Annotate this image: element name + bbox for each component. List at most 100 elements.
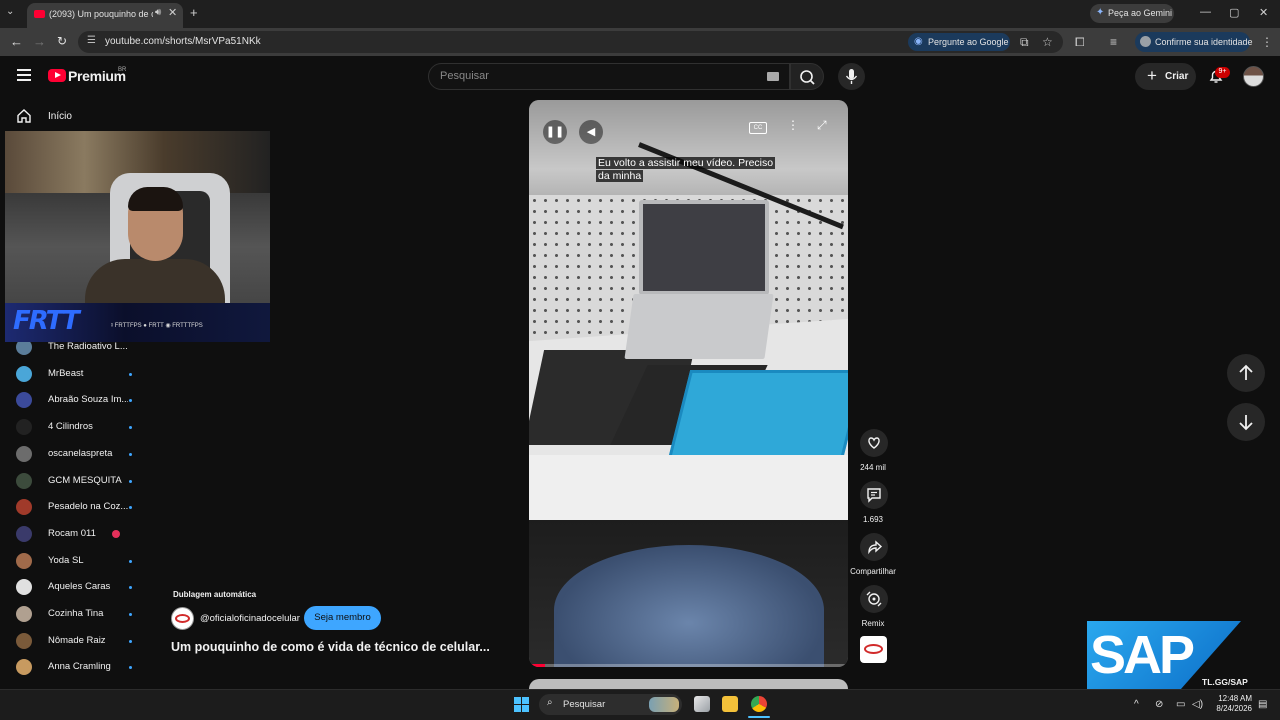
chrome-menu-icon[interactable]: ⋮ [1261,35,1273,49]
wifi-icon[interactable]: ▭ [1176,699,1185,710]
caption-line-1: Eu volto a assistir meu vídeo. Preciso [596,157,776,169]
caption-line-2: da minha [596,170,644,182]
sidebar-subscription-item[interactable]: Cozinha Tina [16,605,166,625]
clock-date: 8/24/2026 [1216,704,1252,713]
new-tab-button[interactable]: + [190,5,198,20]
bookmark-star-icon[interactable]: ☆ [1042,35,1053,49]
new-content-dot [129,666,132,670]
new-content-dot [129,559,132,563]
sidebar-subscription-item[interactable]: Anna Cramling [16,658,166,678]
keyboard-icon[interactable] [767,72,779,81]
youtube-logo-icon[interactable] [48,69,66,82]
install-app-icon[interactable]: ⧉ [1020,35,1029,50]
remix-button[interactable] [860,585,888,613]
progress-bar[interactable] [529,664,848,667]
sidebar-subscription-item[interactable]: Abraão Souza Im... [16,391,166,411]
extensions-icon[interactable]: ⧠ [1075,35,1085,50]
video-caption: Eu volto a assistir meu vídeo. Preciso d… [596,157,776,183]
join-button[interactable]: Seja membro [304,606,381,630]
pause-icon[interactable]: ❚❚ [543,120,567,144]
share-button[interactable] [860,533,888,561]
previous-short-button[interactable] [1227,354,1265,392]
create-label: Criar [1165,71,1189,82]
tray-overflow-icon[interactable]: ^ [1134,699,1139,710]
sidebar-subscription-item[interactable]: Yoda SL [16,552,166,572]
sidebar-subscription-item[interactable]: Pesadelo na Coz... [16,498,166,518]
sidebar-subscription-item[interactable]: oscanelaspreta [16,445,166,465]
url-text: youtube.com/shorts/MsrVPa51NKk [105,36,261,47]
subscription-name: Aqueles Caras [48,581,111,593]
clock-time: 12:48 AM [1218,694,1252,703]
identity-button[interactable]: Confirme sua identidade [1135,32,1253,52]
sidebar-subscription-item[interactable]: Aqueles Caras [16,578,166,598]
channel-thumbnail[interactable] [860,636,887,663]
search-input[interactable]: Pesquisar [428,63,790,90]
speaker-icon[interactable]: 🔊︎ [155,7,161,18]
browser-tab[interactable]: (2093) Um pouquinho de como é vida de té… [27,3,183,28]
search-highlight-icon [649,697,679,712]
sidebar-subscription-item[interactable]: MrBeast [16,365,166,385]
search-placeholder: Pesquisar [440,70,489,82]
volume-icon[interactable]: ◀ [579,120,603,144]
ask-google-button[interactable]: ◉ Pergunte ao Google [908,33,1010,51]
channel-avatar-icon [16,632,32,649]
captions-icon[interactable]: CC [749,122,767,134]
video-title[interactable]: Um pouquinho de como é vida de técnico d… [171,640,490,654]
channel-avatar-icon [16,392,32,409]
new-content-dot [129,639,132,643]
hamburger-menu-icon[interactable] [17,69,31,81]
next-short-button[interactable] [1227,403,1265,441]
sidebar-item-home[interactable]: Início [48,111,72,122]
home-icon[interactable] [16,108,32,129]
video-laptop-keyboard [624,294,774,359]
like-button[interactable] [860,429,888,457]
forward-arrow-icon[interactable]: → [33,34,46,49]
tab-title: (2093) Um pouquinho de como é vida de té… [49,9,153,19]
reading-list-icon[interactable]: ≡ [1110,35,1117,49]
webcam-overlay: FRTT ᵡ FRTTFPS ● FRTT ◉ FRTTTFPS [5,131,270,342]
streamer-logo: FRTT [13,306,80,336]
file-explorer-icon[interactable] [722,696,738,712]
sidebar-subscription-item[interactable]: GCM MESQUITA [16,472,166,492]
voice-search-button[interactable] [838,63,865,90]
more-options-icon[interactable]: ⋮ [787,118,799,132]
sidebar-subscription-item[interactable]: Nômade Raiz [16,632,166,652]
task-view-icon[interactable] [694,696,710,712]
taskbar-search-placeholder: Pesquisar [563,699,606,710]
chrome-icon[interactable] [751,696,767,712]
sidebar-subscription-item[interactable]: Rocam 011 [16,525,166,545]
comment-count: 1.693 [862,515,884,524]
channel-name[interactable]: @oficialoficinadocelular [200,613,300,624]
gemini-button[interactable]: ✦ Peça ao Gemini [1090,4,1174,23]
dub-label: Dublagem automática [173,590,257,599]
taskbar-clock[interactable]: 12:48 AM 8/24/2026 [1210,694,1252,714]
windows-start-icon[interactable] [514,697,529,712]
shorts-player[interactable]: ❚❚ ◀ CC ⋮ ⤢ Eu volto a assistir meu víde… [529,100,848,667]
channel-avatar-icon [16,659,32,676]
notification-badge: 9+ [1215,67,1230,78]
tab-close-icon[interactable]: ✕ [168,6,177,19]
google-lens-icon: ◉ [914,36,923,47]
site-info-icon[interactable]: ☰ [87,35,96,46]
new-content-dot [129,586,132,590]
close-window-button[interactable]: ✕ [1259,6,1268,19]
channel-avatar[interactable] [171,607,194,630]
account-avatar[interactable] [1243,66,1264,87]
notification-center-icon[interactable]: ▤ [1258,699,1267,710]
maximize-button[interactable]: ▢ [1229,6,1239,19]
comments-button[interactable] [860,481,888,509]
tab-search-icon[interactable]: ⌄ [6,6,14,17]
minimize-button[interactable]: — [1200,6,1211,18]
remix-icon [866,591,882,607]
back-arrow-icon[interactable]: ← [10,34,23,49]
search-button[interactable] [790,63,824,90]
tray-network-off-icon[interactable]: ⊘ [1155,699,1163,710]
sidebar-subscription-item[interactable]: 4 Cilindros [16,418,166,438]
reload-icon[interactable]: ↻ [57,34,67,48]
fullscreen-icon[interactable]: ⤢ [817,118,827,133]
taskbar-search[interactable]: ⌕ Pesquisar [539,694,682,715]
create-button[interactable]: + Criar [1135,63,1196,90]
volume-tray-icon[interactable]: ◁) [1192,699,1203,710]
subscription-name: The Radioativo L... [48,341,128,352]
video-legs [554,545,824,667]
